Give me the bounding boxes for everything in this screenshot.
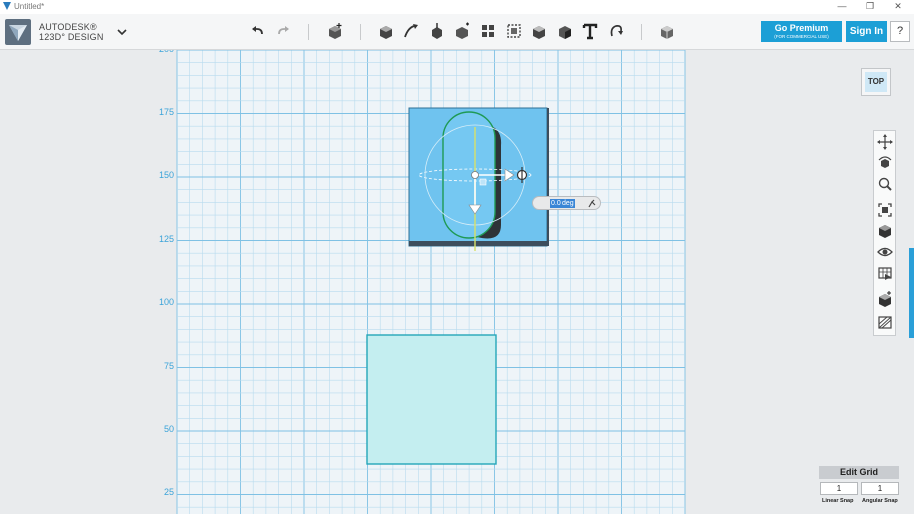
rotate-angle-input[interactable]: 0.0 xyxy=(550,199,562,208)
linear-snap-label: Linear Snap xyxy=(822,498,854,504)
brand-product: 123D° DESIGN xyxy=(39,32,104,42)
wireframe-view-icon[interactable] xyxy=(877,314,893,330)
minimize-button[interactable]: — xyxy=(832,1,852,11)
grid-y-label: 125 xyxy=(158,234,174,244)
modify-icon[interactable] xyxy=(428,22,446,40)
side-panel-tab[interactable] xyxy=(909,248,914,338)
toolbar-separator xyxy=(641,24,642,40)
app-icon xyxy=(3,2,11,10)
brand-autodesk: AUTODESK® xyxy=(39,22,97,32)
measure-icon[interactable] xyxy=(530,22,548,40)
text-icon[interactable] xyxy=(581,22,599,40)
app-logo-icon[interactable] xyxy=(5,19,31,45)
toolbar-separator xyxy=(308,24,309,40)
material-view-icon[interactable] xyxy=(877,265,893,281)
primitives-icon[interactable] xyxy=(326,22,344,40)
combine-icon[interactable] xyxy=(505,22,523,40)
selected-object[interactable] xyxy=(405,105,555,251)
linear-snap-input[interactable]: 1 xyxy=(820,482,858,495)
grid-y-label: 100 xyxy=(158,297,174,307)
angular-snap-input[interactable]: 1 xyxy=(861,482,899,495)
sketch-icon[interactable] xyxy=(377,22,395,40)
pan-icon[interactable] xyxy=(877,134,893,150)
title-bar: Untitled* — ❐ ✕ xyxy=(0,0,914,14)
navigation-bar xyxy=(873,130,896,336)
toolbar-separator xyxy=(360,24,361,40)
grid-y-label: 75 xyxy=(163,361,174,371)
view-cube-icon[interactable] xyxy=(877,223,893,239)
sign-in-button[interactable]: Sign In xyxy=(846,21,887,42)
go-premium-label: Go Premium xyxy=(774,23,829,33)
view-cube-top-face[interactable]: TOP xyxy=(865,72,887,92)
material-tool-icon[interactable] xyxy=(556,22,574,40)
view-cube[interactable]: TOP xyxy=(861,68,891,96)
snap-icon[interactable] xyxy=(607,22,625,40)
edit-grid-button[interactable]: Edit Grid xyxy=(819,466,899,479)
redo-icon[interactable] xyxy=(274,22,292,40)
close-button[interactable]: ✕ xyxy=(888,1,908,12)
solid-view-icon[interactable] xyxy=(877,291,893,307)
visibility-icon[interactable] xyxy=(877,244,893,260)
go-premium-sublabel: (FOR COMMERCIAL USE) xyxy=(774,34,829,39)
grid-y-label: 150 xyxy=(158,170,174,180)
rotate-angle-unit: deg xyxy=(562,199,575,208)
zoom-icon[interactable] xyxy=(877,176,893,192)
undo-icon[interactable] xyxy=(249,22,267,40)
maximize-button[interactable]: ❐ xyxy=(860,1,880,12)
pattern-icon[interactable] xyxy=(453,22,471,40)
fit-icon[interactable] xyxy=(877,202,893,218)
design-viewport[interactable]: 200 175 150 125 100 75 50 25 0.0 deg xyxy=(0,50,914,514)
go-premium-button[interactable]: Go Premium (FOR COMMERCIAL USE) xyxy=(761,21,842,42)
angular-snap-label: Angular Snap xyxy=(862,498,898,504)
material-icon[interactable] xyxy=(658,22,676,40)
snap-toggle-icon[interactable] xyxy=(587,199,597,209)
construct-icon[interactable] xyxy=(402,22,420,40)
grouping-icon[interactable] xyxy=(479,22,497,40)
grid-y-label: 175 xyxy=(158,107,174,117)
window-title: Untitled* xyxy=(14,2,45,11)
box-object[interactable] xyxy=(366,334,498,466)
rotate-angle-tooltip: 0.0 deg xyxy=(532,196,601,210)
help-button[interactable]: ? xyxy=(890,21,910,42)
grid-y-label: 200 xyxy=(134,50,174,54)
app-menu-chevron-icon[interactable] xyxy=(116,25,128,37)
orbit-icon[interactable] xyxy=(877,155,893,171)
grid-y-label: 25 xyxy=(163,487,174,497)
grid-y-label: 50 xyxy=(163,424,174,434)
